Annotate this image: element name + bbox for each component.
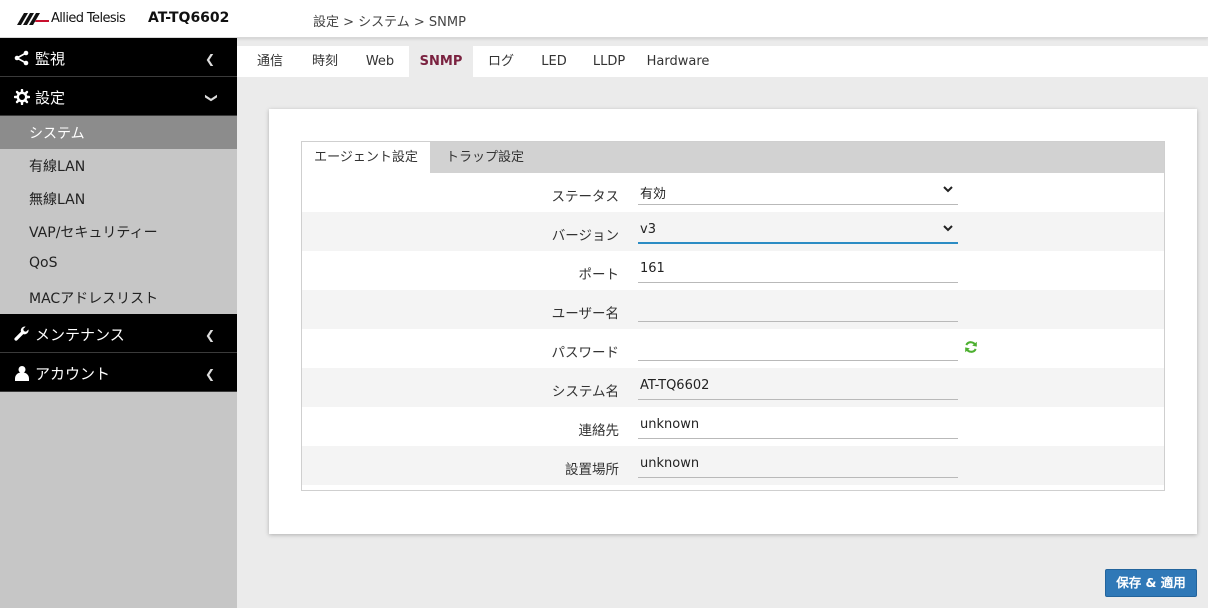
sidebar-item-label: VAP/セキュリティー <box>29 225 158 241</box>
snmp-panel: エージェント設定 トラップ設定 ステータス 有効 バージョン v3 ポート 16… <box>301 141 1165 491</box>
top-header: Allied Telesis AT-TQ6602 設定 > システム > SNM… <box>0 0 1208 38</box>
contact-value: unknown <box>640 417 700 432</box>
contact-input[interactable]: unknown <box>638 413 958 439</box>
chevron-left-icon: ❮ <box>204 52 215 66</box>
device-model: AT-TQ6602 <box>148 10 230 26</box>
username-input[interactable] <box>638 296 958 322</box>
tab-hardware[interactable]: Hardware <box>645 46 711 77</box>
port-value: 161 <box>640 261 665 276</box>
chevron-down-icon <box>943 186 953 193</box>
chevron-down-icon: ❮ <box>202 92 217 104</box>
sidebar-item-label: QoS <box>29 255 58 271</box>
subtab-trap-settings[interactable]: トラップ設定 <box>436 142 534 173</box>
sidebar-section-settings[interactable]: 設定 ❮ <box>0 77 237 116</box>
tab-snmp[interactable]: SNMP <box>409 46 473 77</box>
contact-label: 連絡先 <box>578 423 620 439</box>
sidebar-section-label: メンテナンス <box>35 326 125 344</box>
form-row-username: ユーザー名 <box>302 290 1164 329</box>
system-name-label: システム名 <box>551 384 619 400</box>
location-value: unknown <box>640 456 700 471</box>
sidebar-section-label: 設定 <box>35 89 66 107</box>
allied-telesis-logo-icon <box>17 13 49 25</box>
form-row-location: 設置場所 unknown <box>302 446 1164 485</box>
sidebar-section-label: 監視 <box>35 50 66 68</box>
wrench-icon <box>14 326 29 341</box>
sidebar-item-qos[interactable]: QoS <box>0 248 237 281</box>
sidebar-item-system[interactable]: システム <box>0 116 237 149</box>
chevron-down-icon <box>943 225 953 232</box>
subtab-agent-settings[interactable]: エージェント設定 <box>302 142 430 173</box>
version-select[interactable]: v3 <box>638 218 958 244</box>
sidebar-section-monitor[interactable]: 監視 ❮ <box>0 38 237 77</box>
logo-text: Allied Telesis <box>51 11 126 26</box>
username-label: ユーザー名 <box>551 306 619 322</box>
password-input[interactable] <box>638 335 958 361</box>
sidebar-item-vap-security[interactable]: VAP/セキュリティー <box>0 215 237 248</box>
sidebar-item-mac-address-list[interactable]: MACアドレスリスト <box>0 281 237 314</box>
location-label: 設置場所 <box>565 462 619 478</box>
sidebar: 監視 ❮ 設定 ❮ システム 有線LAN 無線LAN VAP/セキュリティー Q… <box>0 38 237 608</box>
sidebar-item-label: システム <box>29 126 85 142</box>
share-icon <box>14 50 29 66</box>
settings-tab-bar: 通信 時刻 Web SNMP ログ LED LLDP Hardware <box>237 46 1208 77</box>
tab-led[interactable]: LED <box>534 46 574 77</box>
snmp-settings-card: エージェント設定 トラップ設定 ステータス 有効 バージョン v3 ポート 16… <box>269 109 1197 534</box>
sidebar-item-label: 有線LAN <box>29 159 86 175</box>
sidebar-item-label: MACアドレスリスト <box>29 291 159 307</box>
refresh-icon[interactable] <box>964 340 978 354</box>
form-row-contact: 連絡先 unknown <box>302 407 1164 446</box>
save-apply-button[interactable]: 保存 & 適用 <box>1105 569 1197 597</box>
sidebar-item-wired-lan[interactable]: 有線LAN <box>0 149 237 182</box>
form-row-password: パスワード <box>302 329 1164 368</box>
status-label: ステータス <box>551 189 620 205</box>
sidebar-section-label: アカウント <box>35 365 111 383</box>
form-row-system-name: システム名 AT-TQ6602 <box>302 368 1164 407</box>
form-row-status: ステータス 有効 <box>302 173 1164 212</box>
brand-logo: Allied Telesis <box>17 11 134 29</box>
tab-time[interactable]: 時刻 <box>303 46 347 77</box>
tab-lldp[interactable]: LLDP <box>586 46 632 77</box>
system-name-value: AT-TQ6602 <box>640 378 710 393</box>
sidebar-item-label: 無線LAN <box>29 192 86 208</box>
sidebar-item-wireless-lan[interactable]: 無線LAN <box>0 182 237 215</box>
status-value: 有効 <box>640 187 667 202</box>
version-label: バージョン <box>551 228 619 244</box>
tab-log[interactable]: ログ <box>480 46 522 77</box>
user-icon <box>15 366 29 381</box>
password-label: パスワード <box>551 345 620 361</box>
port-input[interactable]: 161 <box>638 257 958 283</box>
status-select[interactable]: 有効 <box>638 179 958 205</box>
form-row-version: バージョン v3 <box>302 212 1164 251</box>
form-row-port: ポート 161 <box>302 251 1164 290</box>
chevron-left-icon: ❮ <box>204 328 215 342</box>
system-name-input[interactable]: AT-TQ6602 <box>638 374 958 400</box>
gear-icon <box>14 89 30 105</box>
location-input[interactable]: unknown <box>638 452 958 478</box>
chevron-left-icon: ❮ <box>204 367 215 381</box>
snmp-subtab-bar: エージェント設定 トラップ設定 <box>302 142 1164 173</box>
tab-web[interactable]: Web <box>357 46 403 77</box>
tab-communication[interactable]: 通信 <box>247 46 293 77</box>
breadcrumb: 設定 > システム > SNMP <box>313 15 466 30</box>
port-label: ポート <box>578 267 620 283</box>
sidebar-section-maintenance[interactable]: メンテナンス ❮ <box>0 314 237 353</box>
version-value: v3 <box>640 222 656 237</box>
sidebar-section-account[interactable]: アカウント ❮ <box>0 353 237 392</box>
